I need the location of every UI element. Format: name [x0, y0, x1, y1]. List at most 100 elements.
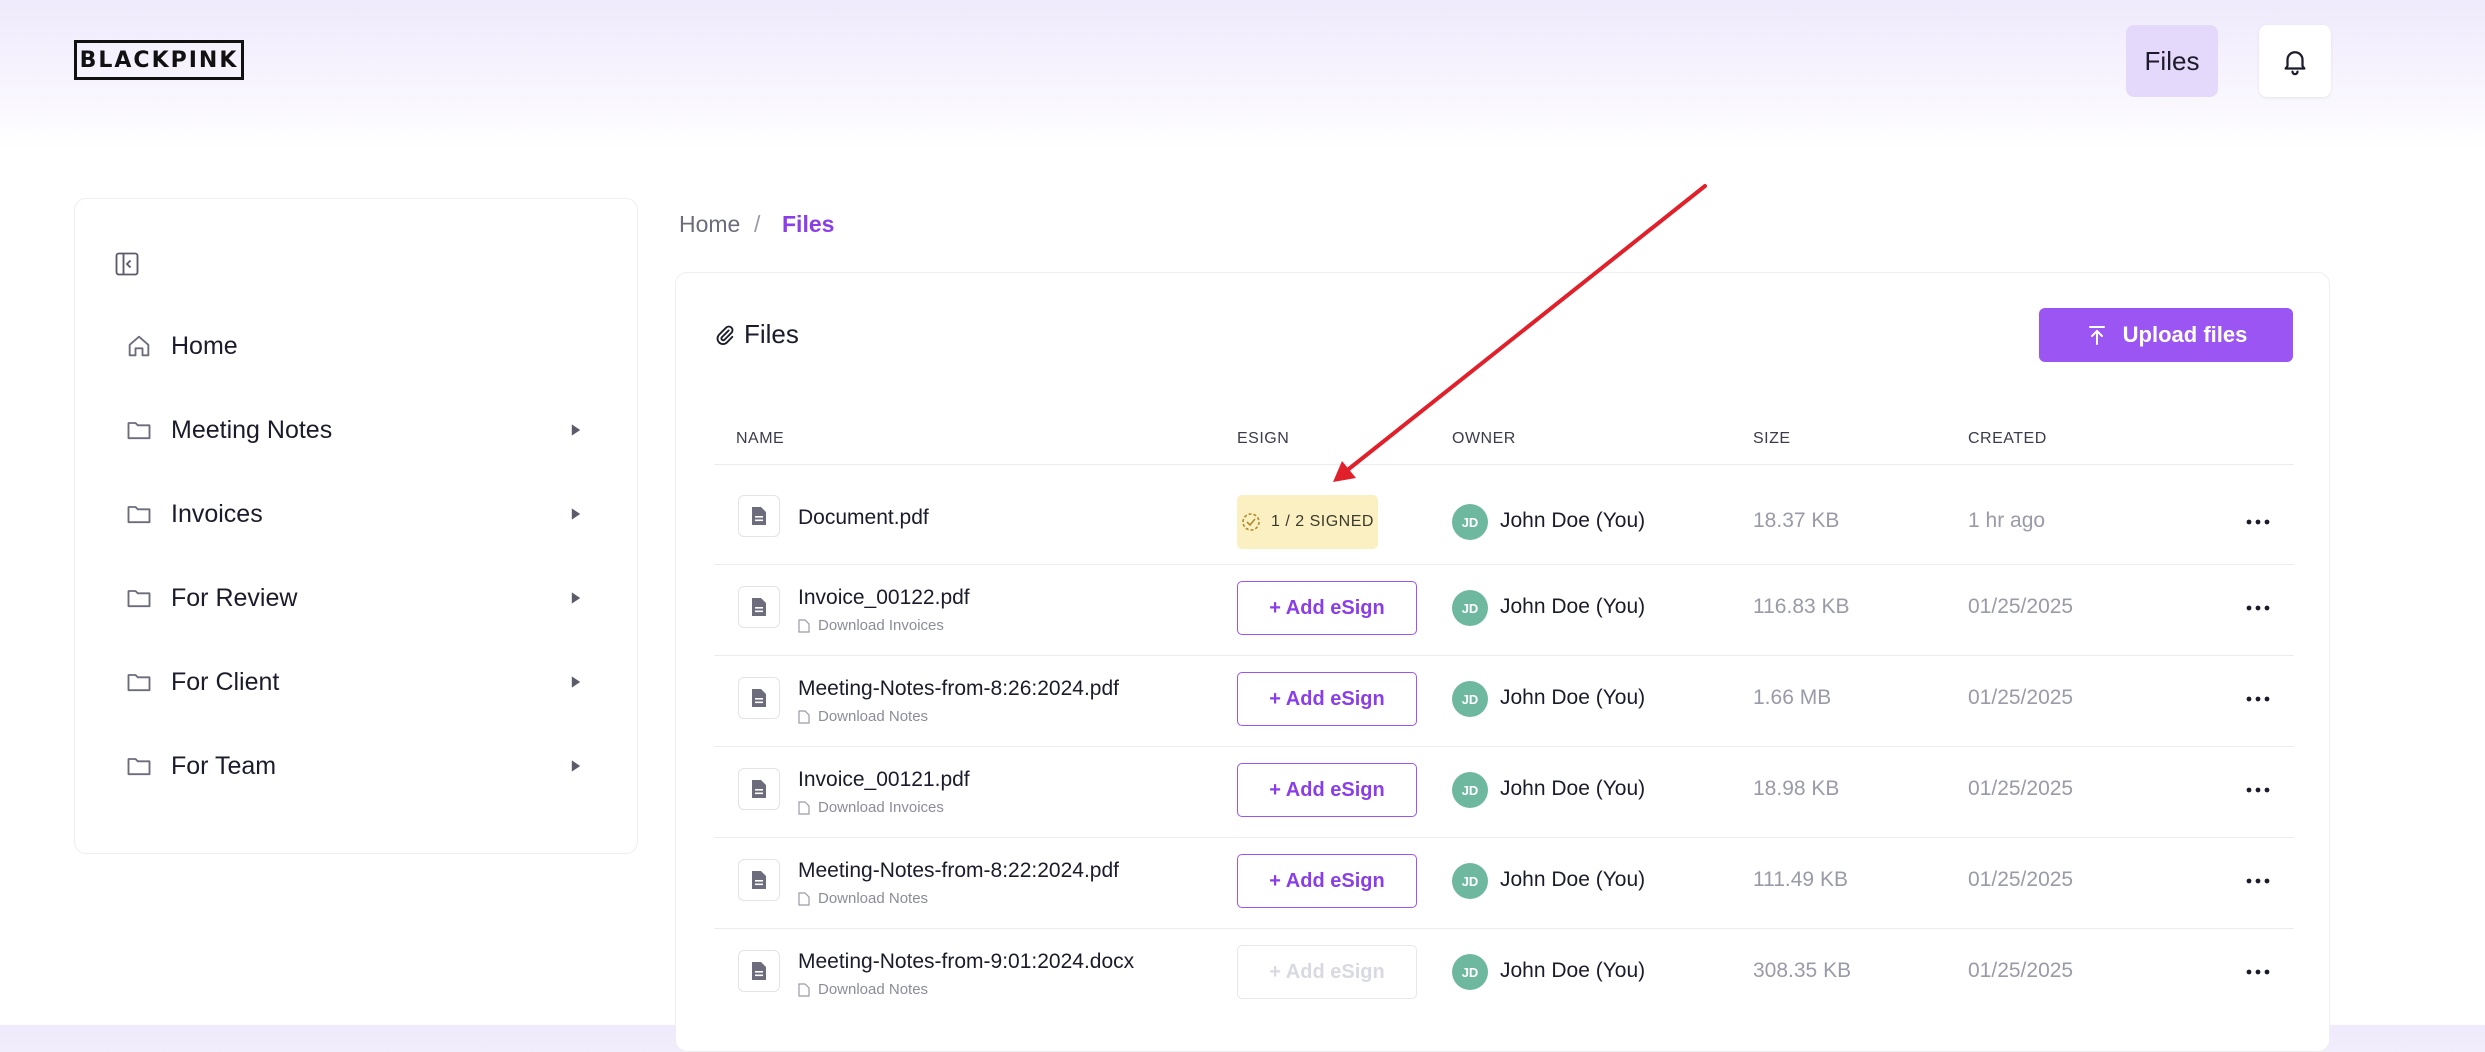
sidebar-item-for-client[interactable]: For Client	[75, 652, 639, 712]
caret-right-icon[interactable]	[569, 591, 583, 605]
sidebar-item-for-team[interactable]: For Team	[75, 736, 639, 796]
avatar: JD	[1452, 590, 1488, 626]
file-icon	[738, 950, 780, 992]
document-icon	[798, 618, 810, 633]
add-esign-button[interactable]: + Add eSign	[1237, 672, 1417, 726]
file-name[interactable]: Invoice_00121.pdf	[798, 768, 970, 792]
table-row[interactable]: Document.pdf 1 / 2 SIGNED JD John Doe (Y…	[714, 473, 2294, 564]
owner-name: John Doe (You)	[1500, 595, 1646, 618]
folder-icon	[127, 758, 151, 776]
sidebar-item-label: Meeting Notes	[171, 415, 333, 444]
column-header-size[interactable]: SIZE	[1753, 430, 1791, 448]
card-title-text: Files	[744, 319, 799, 349]
avatar: JD	[1452, 772, 1488, 808]
more-horizontal-icon	[2246, 878, 2270, 884]
file-name[interactable]: Meeting-Notes-from-9:01:2024.docx	[798, 950, 1134, 974]
brand-logo[interactable]: BLACKPINK	[74, 40, 244, 80]
file-created: 01/25/2025	[1968, 868, 2074, 891]
more-options-button[interactable]	[2238, 512, 2278, 532]
files-nav-button[interactable]: Files	[2126, 25, 2218, 97]
file-icon	[738, 677, 780, 719]
caret-right-icon[interactable]	[569, 675, 583, 689]
breadcrumb-home[interactable]: Home	[679, 211, 740, 238]
sidebar-item-for-review[interactable]: For Review	[75, 568, 639, 628]
more-horizontal-icon	[2246, 519, 2270, 525]
sidebar-collapse-icon[interactable]	[113, 250, 141, 278]
owner-name: John Doe (You)	[1500, 868, 1646, 891]
owner-name: John Doe (You)	[1500, 509, 1646, 532]
file-created: 01/25/2025	[1968, 777, 2074, 800]
owner-name: John Doe (You)	[1500, 777, 1646, 800]
file-location[interactable]: Download Invoices	[798, 799, 944, 816]
file-icon	[738, 586, 780, 628]
sidebar-item-label: For Client	[171, 667, 280, 696]
file-size: 18.98 KB	[1753, 777, 1840, 800]
folder-icon	[127, 674, 151, 692]
folder-icon	[127, 506, 151, 524]
table-row[interactable]: Meeting-Notes-from-8:22:2024.pdf Downloa…	[714, 837, 2294, 928]
files-nav-label: Files	[2144, 45, 2200, 76]
caret-right-icon[interactable]	[569, 507, 583, 521]
file-size: 116.83 KB	[1753, 595, 1850, 618]
caret-right-icon[interactable]	[569, 423, 583, 437]
table-row[interactable]: Meeting-Notes-from-8:26:2024.pdf Downloa…	[714, 655, 2294, 746]
more-options-button[interactable]	[2238, 598, 2278, 618]
sidebar: Home Meeting Notes Invoices For Review F…	[74, 198, 638, 854]
file-icon	[738, 495, 780, 537]
sidebar-item-home[interactable]: Home	[75, 316, 639, 376]
add-esign-button[interactable]: + Add eSign	[1237, 581, 1417, 635]
table-row[interactable]: Meeting-Notes-from-9:01:2024.docx Downlo…	[714, 928, 2294, 1019]
table-row[interactable]: Invoice_00121.pdf Download Invoices + Ad…	[714, 746, 2294, 837]
caret-right-icon[interactable]	[569, 759, 583, 773]
file-location-label: Download Notes	[818, 890, 929, 907]
file-location[interactable]: Download Invoices	[798, 617, 944, 634]
avatar: JD	[1452, 863, 1488, 899]
sidebar-item-label: For Team	[171, 751, 277, 780]
add-esign-button-disabled: + Add eSign	[1237, 945, 1417, 999]
file-size: 111.49 KB	[1753, 868, 1848, 891]
upload-files-label: Upload files	[2122, 322, 2248, 347]
esign-status-badge[interactable]: 1 / 2 SIGNED	[1237, 495, 1378, 549]
upload-files-button[interactable]: Upload files	[2039, 308, 2293, 362]
more-horizontal-icon	[2246, 787, 2270, 793]
column-header-esign[interactable]: ESIGN	[1237, 430, 1289, 448]
file-created: 01/25/2025	[1968, 595, 2074, 618]
document-icon	[798, 891, 810, 906]
more-horizontal-icon	[2246, 605, 2270, 611]
add-esign-button[interactable]: + Add eSign	[1237, 763, 1417, 817]
more-options-button[interactable]	[2238, 780, 2278, 800]
table-row[interactable]: Invoice_00122.pdf Download Invoices + Ad…	[714, 564, 2294, 655]
column-header-name[interactable]: NAME	[736, 430, 784, 448]
card-title: Files	[714, 319, 799, 350]
file-location[interactable]: Download Notes	[798, 981, 928, 998]
sidebar-item-meeting-notes[interactable]: Meeting Notes	[75, 400, 639, 460]
files-card: Files Upload files NAME ESIGN OWNER SIZE…	[675, 272, 2330, 1052]
document-icon	[798, 800, 810, 815]
notifications-button[interactable]	[2259, 25, 2331, 97]
sidebar-item-label: For Review	[171, 583, 298, 612]
file-name[interactable]: Document.pdf	[798, 506, 929, 530]
file-location-label: Download Notes	[818, 708, 929, 725]
file-icon	[738, 859, 780, 901]
file-location-label: Download Invoices	[818, 617, 944, 634]
more-options-button[interactable]	[2238, 689, 2278, 709]
file-location[interactable]: Download Notes	[798, 708, 928, 725]
paperclip-icon	[716, 325, 734, 345]
document-icon	[798, 709, 810, 724]
file-name[interactable]: Invoice_00122.pdf	[798, 586, 970, 610]
breadcrumb-separator: /	[754, 211, 761, 237]
more-options-button[interactable]	[2238, 871, 2278, 891]
file-name[interactable]: Meeting-Notes-from-8:26:2024.pdf	[798, 677, 1119, 701]
sidebar-item-invoices[interactable]: Invoices	[75, 484, 639, 544]
avatar: JD	[1452, 954, 1488, 990]
file-name[interactable]: Meeting-Notes-from-8:22:2024.pdf	[798, 859, 1119, 883]
add-esign-button[interactable]: + Add eSign	[1237, 854, 1417, 908]
column-header-owner[interactable]: OWNER	[1452, 430, 1516, 448]
file-size: 1.66 MB	[1753, 686, 1832, 709]
column-header-created[interactable]: CREATED	[1968, 430, 2047, 448]
file-icon	[738, 768, 780, 810]
file-location[interactable]: Download Notes	[798, 890, 928, 907]
more-horizontal-icon	[2246, 969, 2270, 975]
folder-icon	[127, 590, 151, 608]
more-options-button[interactable]	[2238, 962, 2278, 982]
